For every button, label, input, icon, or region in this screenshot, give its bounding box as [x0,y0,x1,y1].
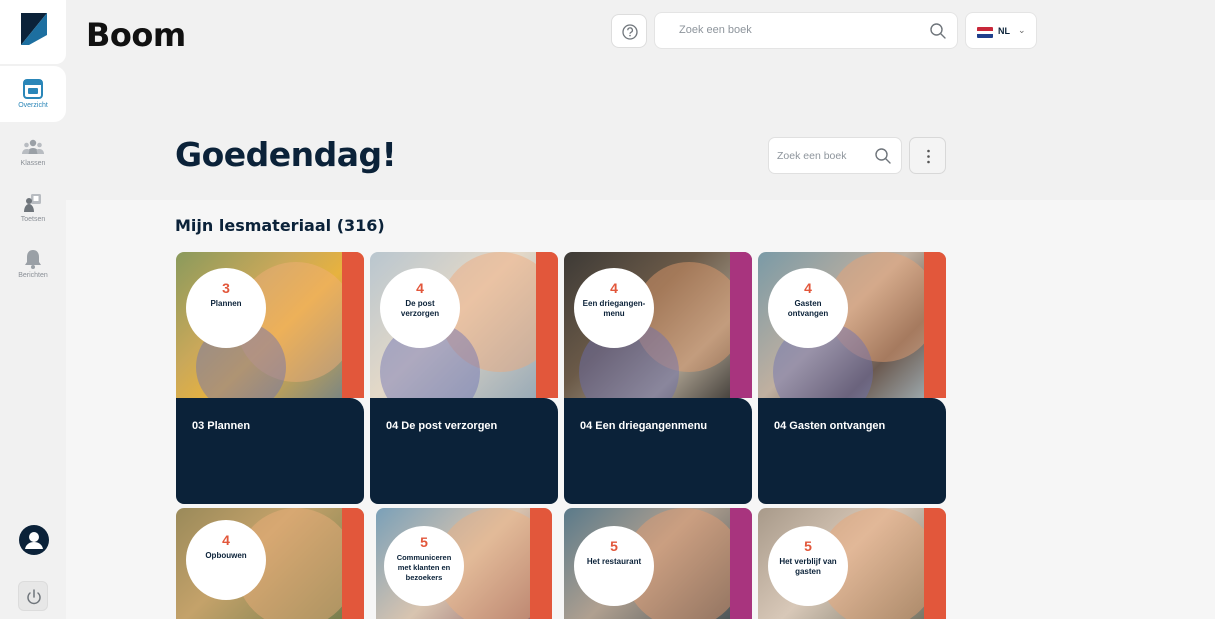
cover-badge: 5 Het restaurant [574,526,654,606]
book-title-band [564,398,752,504]
cover-stripe [342,508,364,619]
book-card[interactable]: 4 Een driegangen-menu 04 Een driegangenm… [564,252,752,504]
cover-stripe [924,252,946,398]
book-number: 4 [804,280,812,296]
cover-badge: 5 Communiceren met klanten en bezoekers [384,526,464,606]
cover-stripe [730,508,752,619]
book-title: 04 Een driegangenmenu [580,420,708,432]
book-title: 03 Plannen [192,420,251,432]
search-icon[interactable] [929,22,947,40]
search-placeholder: Zoek een boek [777,150,847,162]
book-number: 4 [610,280,618,296]
netherlands-flag-icon [977,27,993,38]
cover-badge: 4 Een driegangen-menu [574,268,654,348]
search-placeholder: Zoek een boek [679,24,752,36]
book-title-band [758,398,946,504]
chevron-down-icon: ⌄ [1018,25,1026,35]
cover-title: Opbouwen [205,551,247,560]
brand-logo-text[interactable]: Boom [86,16,186,54]
sidebar-item-overzicht[interactable]: Overzicht [0,66,66,122]
sidebar-item-label: Klassen [20,160,46,167]
cover-badge: 5 Het verblijf van gasten [768,526,848,606]
page-title: Goedendag! [175,135,397,174]
book-number: 4 [222,532,230,548]
cover-title: Plannen [210,299,242,308]
cover-title: De post verzorgen [400,299,440,318]
help-button[interactable] [611,14,647,48]
book-card[interactable]: 5 Het verblijf van gasten [758,508,946,619]
user-icon [25,532,43,549]
book-number: 4 [416,280,424,296]
sidebar-item-label: Berichten [18,272,48,279]
cover-badge: 3 Plannen [186,268,266,348]
cover-badge: 4 Opbouwen [186,520,266,600]
avatar[interactable] [19,525,49,555]
cover-badge: 4 De post verzorgen [380,268,460,348]
bell-icon [25,250,41,269]
book-number: 5 [420,534,428,550]
cover-stripe [924,508,946,619]
sidebar-item-berichten[interactable]: Berichten [0,236,66,292]
cover-badge: 4 Gasten ontvangen [768,268,848,348]
book-search-input[interactable]: Zoek een boek [768,137,902,174]
book-title: 04 De post verzorgen [386,420,498,432]
sidebar: Overzicht Klassen Toetsen Berichten [0,0,66,619]
more-vertical-icon [927,149,930,164]
cover-stripe [536,252,558,398]
book-number: 3 [222,280,230,296]
header-search-input[interactable]: Zoek een boek [654,12,958,49]
book-title: 04 Gasten ontvangen [774,420,886,432]
book-title-band [176,398,364,504]
book-number: 5 [804,538,812,554]
cover-title: Het verblijf van gasten [779,557,837,576]
book-number: 5 [610,538,618,554]
sidebar-item-klassen[interactable]: Klassen [0,124,66,180]
book-card[interactable]: 4 Gasten ontvangen 04 Gasten ontvangen [758,252,946,504]
question-circle-icon [622,24,638,40]
more-options-button[interactable] [909,137,946,174]
book-card[interactable]: 5 Communiceren met klanten en bezoekers [376,508,552,619]
section-title: Mijn lesmateriaal (316) [175,216,385,235]
book-card[interactable]: 4 De post verzorgen 04 De post verzorgen [370,252,558,504]
cover-title: Het restaurant [586,557,642,566]
logout-button[interactable] [18,581,48,611]
logo-area[interactable] [0,0,66,64]
power-icon [27,589,41,605]
search-icon[interactable] [874,147,892,165]
dashboard-icon [23,79,43,99]
sidebar-item-label: Toetsen [20,216,46,223]
test-icon [24,194,41,212]
cover-stripe [730,252,752,398]
sidebar-item-toetsen[interactable]: Toetsen [0,180,66,236]
cover-stripe [530,508,552,619]
users-icon [22,139,44,154]
language-selector[interactable]: NL ⌄ [965,12,1037,49]
language-code: NL [998,26,1010,36]
sidebar-item-label: Overzicht [18,102,48,109]
cover-title: Gasten ontvangen [787,299,829,318]
book-card[interactable]: 4 Opbouwen [176,508,364,619]
cover-title: Een driegangen-menu [582,299,646,318]
book-card[interactable]: 5 Het restaurant [564,508,752,619]
boom-logo-icon [21,13,47,45]
cover-title: Communiceren met klanten en bezoekers [396,553,452,582]
cover-stripe [342,252,364,398]
book-card[interactable]: 3 Plannen 03 Plannen [176,252,364,504]
book-title-band [370,398,558,504]
